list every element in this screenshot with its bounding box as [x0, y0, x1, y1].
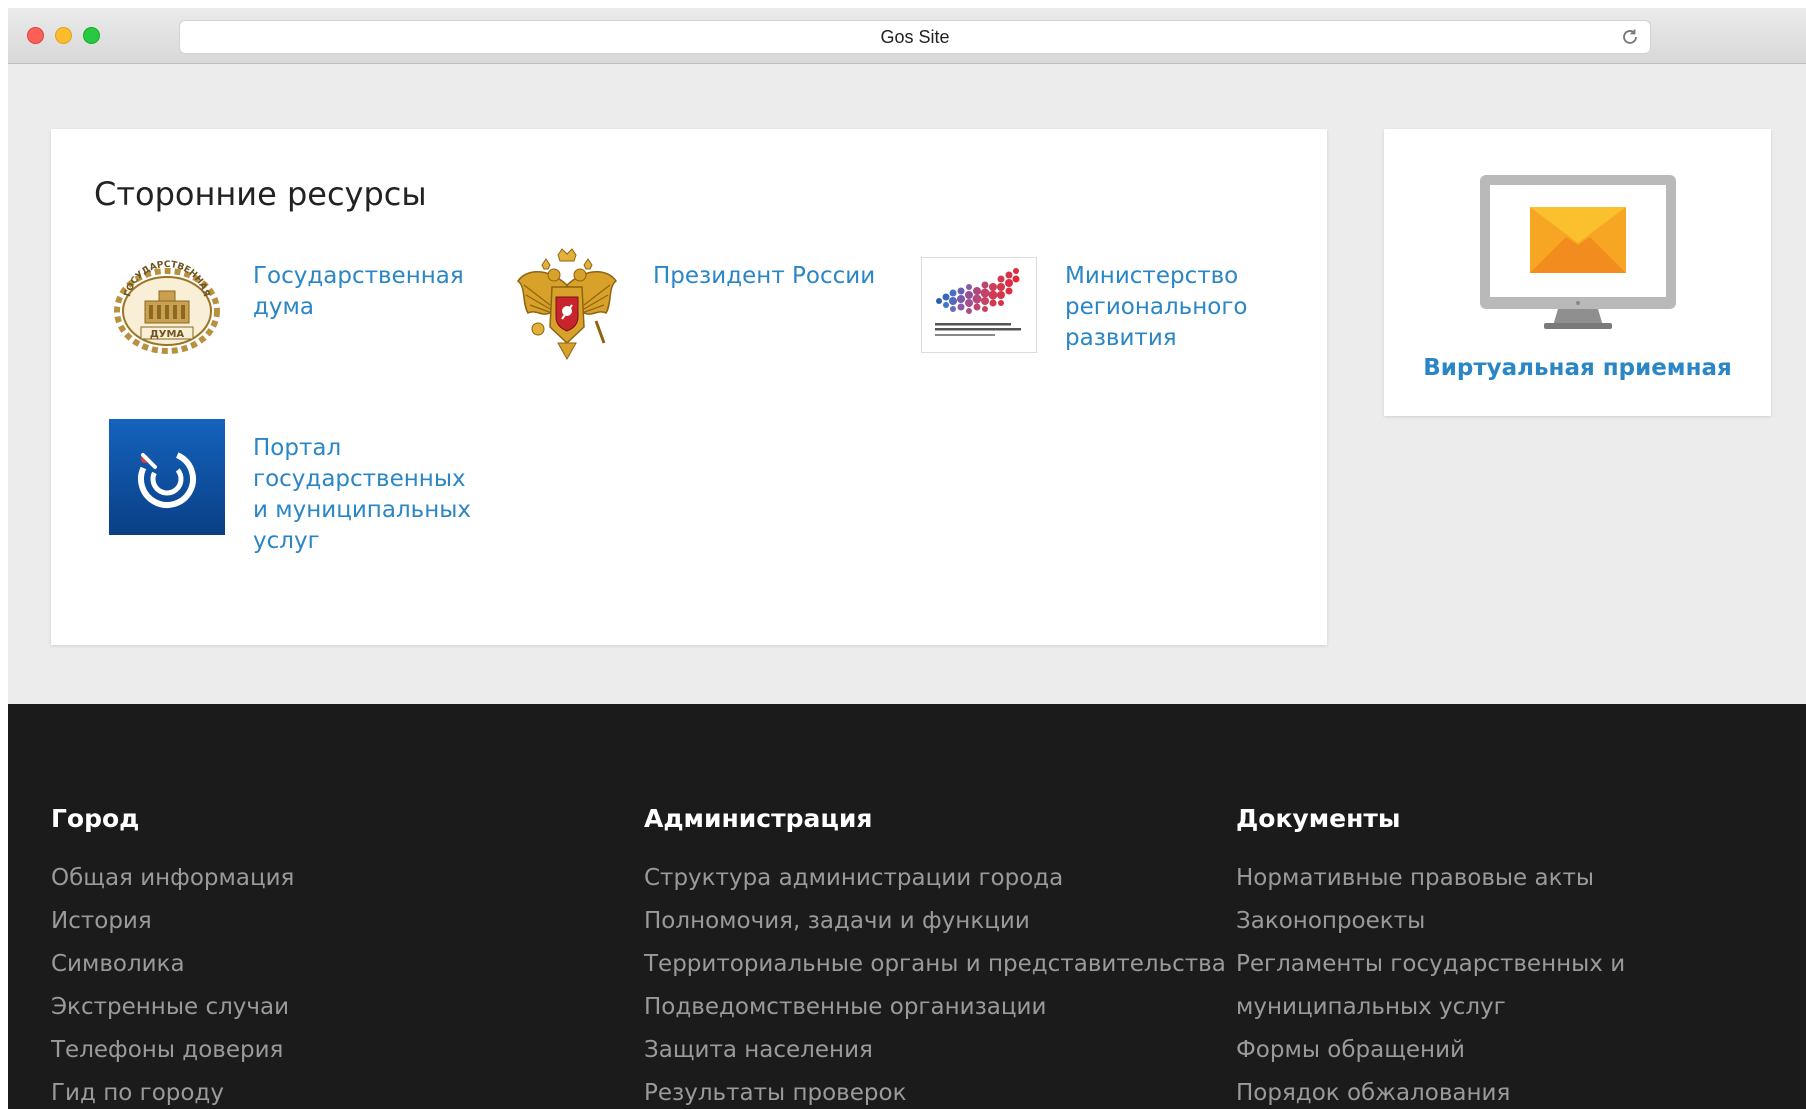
footer-link[interactable]: Порядок обжалования [1236, 1072, 1625, 1109]
resource-state-duma-link[interactable]: Государственная дума [253, 261, 464, 363]
ministry-regional-development-logo-icon[interactable] [921, 247, 1037, 363]
footer-link[interactable]: Структура администрации города [644, 857, 1226, 900]
footer-column-city: Город Общая информация История Символика… [51, 804, 294, 1109]
footer-link[interactable]: Результаты проверок [644, 1072, 1226, 1109]
resources-card: Сторонние ресурсы ГОСУДАРСТВЕННАЯ ДУМА Г… [51, 129, 1327, 645]
virtual-reception-card[interactable]: Виртуальная приемная [1384, 129, 1771, 416]
footer-link[interactable]: Подведомственные организации [644, 986, 1226, 1029]
gosuslugi-portal-icon[interactable] [109, 419, 225, 535]
monitor-envelope-icon[interactable] [1478, 173, 1678, 331]
resource-president-link[interactable]: Президент России [653, 261, 883, 363]
footer: Город Общая информация История Символика… [8, 704, 1806, 1109]
footer-link[interactable]: Общая информация [51, 857, 294, 900]
virtual-reception-link[interactable]: Виртуальная приемная [1384, 355, 1771, 381]
resource-gosuslugi[interactable]: Портал государственных и муниципальных у… [109, 419, 473, 557]
browser-window: Gos Site Сторонние ресурсы ГОСУДАРСТВЕНН… [8, 8, 1806, 1109]
address-bar-title: Gos Site [880, 26, 950, 47]
minimize-window-button[interactable] [55, 27, 72, 44]
footer-link[interactable]: Экстренные случаи [51, 986, 294, 1029]
footer-column-title: Документы [1236, 804, 1401, 833]
footer-column-title: Город [51, 804, 140, 833]
resources-title: Сторонние ресурсы [94, 175, 427, 213]
state-duma-emblem-icon[interactable]: ГОСУДАРСТВЕННАЯ ДУМА [109, 247, 225, 363]
footer-link[interactable]: Телефоны доверия [51, 1029, 294, 1072]
reload-icon[interactable] [1620, 27, 1640, 47]
footer-link[interactable]: Формы обращений [1236, 1029, 1625, 1072]
russian-coat-of-arms-icon[interactable] [509, 247, 625, 363]
maximize-window-button[interactable] [83, 27, 100, 44]
title-bar: Gos Site [8, 8, 1806, 64]
close-window-button[interactable] [27, 27, 44, 44]
footer-column-title: Администрация [644, 804, 873, 833]
footer-link[interactable]: Территориальные органы и представительст… [644, 943, 1226, 986]
resource-president[interactable]: Президент России [509, 247, 883, 363]
page-content: Сторонние ресурсы ГОСУДАРСТВЕННАЯ ДУМА Г… [8, 64, 1806, 1109]
resource-gosuslugi-link[interactable]: Портал государственных и муниципальных у… [253, 433, 473, 557]
footer-link[interactable]: Регламенты государственных и [1236, 943, 1625, 986]
footer-link[interactable]: История [51, 900, 294, 943]
footer-link[interactable]: Полномочия, задачи и функции [644, 900, 1226, 943]
footer-link: муниципальных услуг [1236, 994, 1506, 1020]
footer-column-documents: Документы Нормативные правовые акты Зако… [1236, 804, 1625, 1109]
resource-ministry[interactable]: Министерство регионального развития [921, 247, 1255, 363]
resource-state-duma[interactable]: ГОСУДАРСТВЕННАЯ ДУМА Государственная дум… [109, 247, 464, 363]
footer-column-administration: Администрация Структура администрации го… [644, 804, 1226, 1109]
footer-link[interactable]: Символика [51, 943, 294, 986]
footer-link[interactable]: Гид по городу [51, 1072, 294, 1109]
footer-link[interactable]: Защита населения [644, 1029, 1226, 1072]
footer-link[interactable]: Нормативные правовые акты [1236, 857, 1625, 900]
svg-text:ДУМА: ДУМА [150, 329, 185, 340]
footer-link[interactable]: Законопроекты [1236, 900, 1625, 943]
address-bar[interactable]: Gos Site [180, 21, 1650, 53]
resource-ministry-link[interactable]: Министерство регионального развития [1065, 261, 1255, 363]
